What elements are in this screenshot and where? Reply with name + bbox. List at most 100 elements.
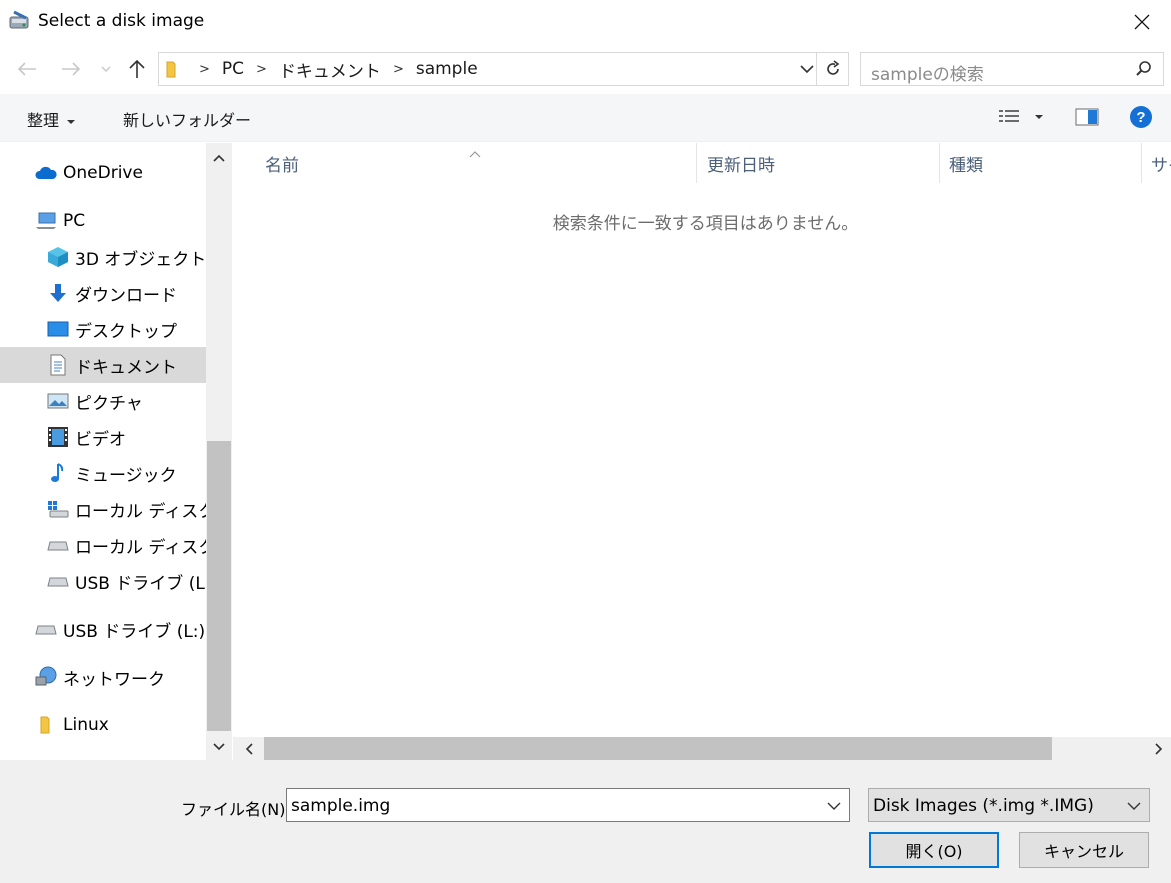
- sidebar-item-onedrive[interactable]: OneDrive: [0, 155, 206, 191]
- chevron-down-icon: [213, 742, 225, 750]
- chevron-down-icon: [827, 802, 841, 810]
- close-button[interactable]: [1113, 0, 1171, 44]
- sidebar-item-network[interactable]: ネットワーク: [0, 659, 206, 695]
- address-bar[interactable]: > PC > ドキュメント > sample: [158, 52, 849, 86]
- svg-text:?: ?: [1136, 109, 1145, 126]
- cube-icon: [46, 245, 70, 269]
- chevron-right-icon: >: [199, 61, 210, 77]
- sidebar-item-label: Linux: [63, 715, 109, 735]
- sidebar-item-label: ローカル ディスク (C:): [75, 501, 206, 522]
- picture-icon: [46, 389, 70, 413]
- file-type-filter-value: Disk Images (*.img *.IMG): [873, 796, 1094, 816]
- help-button[interactable]: ?: [1129, 105, 1153, 133]
- refresh-button[interactable]: [816, 53, 848, 85]
- document-icon: [46, 353, 70, 377]
- chevron-left-icon: [245, 742, 253, 755]
- navigation-bar: > PC > ドキュメント > sample sampleの検索: [0, 44, 1171, 94]
- network-icon: [34, 665, 58, 689]
- recent-locations-button[interactable]: [93, 56, 119, 82]
- cancel-button[interactable]: キャンセル: [1019, 832, 1149, 868]
- sidebar-item-label: デスクトップ: [75, 321, 177, 342]
- filename-history-button[interactable]: [827, 797, 841, 819]
- desktop-icon: [46, 317, 70, 341]
- folder-icon: [165, 60, 181, 82]
- sidebar-item-pc[interactable]: PC: [0, 203, 206, 239]
- scroll-left-button[interactable]: [237, 737, 261, 760]
- column-header-type[interactable]: 種類: [949, 143, 983, 183]
- forward-button[interactable]: [57, 56, 85, 82]
- empty-message: 検索条件に一致する項目はありません。: [552, 214, 859, 234]
- search-box[interactable]: sampleの検索: [860, 52, 1164, 86]
- chevron-down-icon: [800, 65, 814, 74]
- sidebar-item-desktop[interactable]: デスクトップ: [0, 311, 206, 347]
- breadcrumb-item-pc[interactable]: PC: [222, 59, 244, 79]
- sidebar-item-3d-objects[interactable]: 3D オブジェクト: [0, 239, 206, 275]
- new-folder-button[interactable]: 新しいフォルダー: [123, 107, 251, 131]
- sidebar-item-label: ダウンロード: [75, 285, 177, 306]
- sidebar-item-pictures[interactable]: ピクチャ: [0, 383, 206, 419]
- sidebar-item-label: USB ドライブ (L:): [75, 573, 206, 594]
- help-icon: ?: [1130, 106, 1152, 128]
- up-button[interactable]: [123, 56, 151, 82]
- sort-ascending-icon: [469, 143, 481, 162]
- folder-icon: [34, 713, 58, 737]
- sidebar-item-local-disk-c[interactable]: ローカル ディスク (C:): [0, 491, 206, 527]
- sidebar-item-documents[interactable]: ドキュメント: [0, 347, 206, 383]
- filename-combobox[interactable]: sample.img: [286, 788, 850, 822]
- navigation-scrollbar[interactable]: [206, 143, 232, 760]
- chevron-down-icon: [101, 66, 111, 72]
- sidebar-item-label: ビデオ: [75, 429, 126, 450]
- horizontal-scrollbar[interactable]: [233, 737, 1171, 760]
- sidebar-item-downloads[interactable]: ダウンロード: [0, 275, 206, 311]
- refresh-icon: [826, 60, 839, 75]
- scroll-up-button[interactable]: [206, 143, 232, 173]
- usb-drive-icon: [46, 569, 70, 593]
- sidebar-item-label: OneDrive: [63, 163, 143, 183]
- dropdown-arrow-icon: [67, 119, 76, 124]
- sidebar-item-local-disk-d[interactable]: ローカル ディスク (D:): [0, 527, 206, 563]
- preview-pane-icon: [1075, 108, 1099, 126]
- organize-button[interactable]: 整理: [27, 107, 76, 131]
- up-arrow-icon: [129, 59, 145, 78]
- column-divider[interactable]: [696, 143, 697, 183]
- sidebar-item-linux[interactable]: Linux: [0, 707, 206, 743]
- download-arrow-icon: [46, 281, 70, 305]
- file-list[interactable]: 名前 更新日時 種類 サイズ 検索条件に一致する項目はありません。: [233, 143, 1171, 760]
- open-button[interactable]: 開く(O): [869, 832, 999, 868]
- breadcrumb-item-documents[interactable]: ドキュメント: [279, 57, 381, 82]
- file-type-filter-select[interactable]: Disk Images (*.img *.IMG): [868, 788, 1150, 822]
- windows-drive-icon: [46, 497, 70, 521]
- sidebar-item-label: ドキュメント: [75, 357, 177, 378]
- chevron-up-icon: [213, 154, 225, 162]
- breadcrumb-item-sample[interactable]: sample: [416, 59, 478, 79]
- sidebar-item-usb-drive[interactable]: USB ドライブ (L:): [0, 563, 206, 599]
- scroll-thumb[interactable]: [264, 737, 1052, 760]
- breadcrumb: > PC > ドキュメント > sample: [191, 53, 478, 85]
- sidebar-item-label: ミュージック: [75, 465, 177, 486]
- preview-pane-button[interactable]: [1075, 106, 1099, 132]
- sidebar-item-label: ネットワーク: [63, 669, 165, 690]
- column-divider[interactable]: [939, 143, 940, 183]
- search-icon[interactable]: [1135, 60, 1153, 82]
- scroll-down-button[interactable]: [206, 733, 232, 760]
- column-header-date-modified[interactable]: 更新日時: [707, 143, 775, 183]
- chevron-right-icon: >: [256, 61, 267, 77]
- column-divider[interactable]: [1141, 143, 1142, 183]
- organize-label: 整理: [27, 111, 60, 130]
- back-button[interactable]: [13, 56, 41, 82]
- sidebar-item-music[interactable]: ミュージック: [0, 455, 206, 491]
- chevron-right-icon: [1155, 742, 1163, 755]
- filename-input[interactable]: sample.img: [291, 796, 390, 816]
- close-icon: [1134, 14, 1150, 30]
- music-note-icon: [46, 461, 70, 485]
- scroll-right-button[interactable]: [1147, 737, 1171, 760]
- back-arrow-icon: [17, 62, 36, 76]
- column-header-size[interactable]: サイズ: [1151, 143, 1171, 183]
- view-options-button[interactable]: [998, 106, 1048, 132]
- search-input[interactable]: sampleの検索: [871, 60, 984, 85]
- column-header-name[interactable]: 名前: [265, 143, 299, 183]
- sidebar-item-videos[interactable]: ビデオ: [0, 419, 206, 455]
- sidebar-item-usb-drive-root[interactable]: USB ドライブ (L:): [0, 611, 206, 647]
- address-dropdown-button[interactable]: [800, 60, 814, 82]
- scroll-thumb[interactable]: [207, 441, 231, 731]
